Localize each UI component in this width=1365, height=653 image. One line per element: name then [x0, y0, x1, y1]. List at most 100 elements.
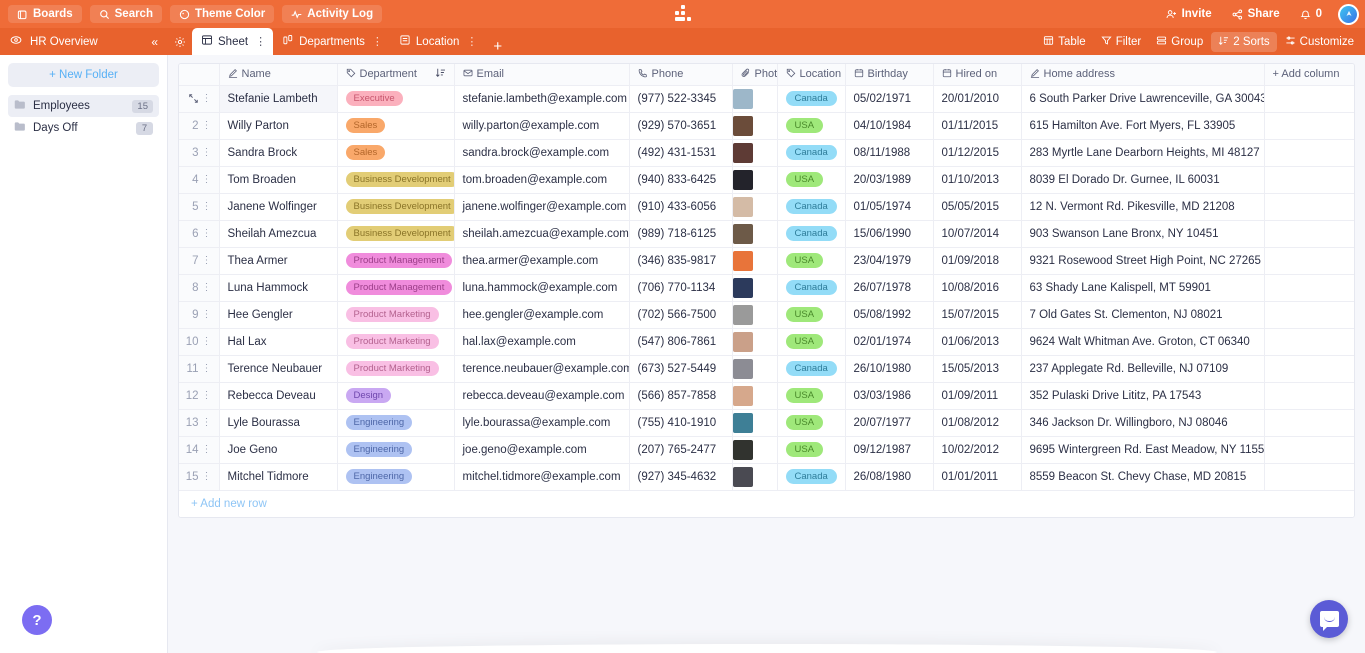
- cell-phone[interactable]: (492) 431-1531: [629, 139, 733, 167]
- table-row[interactable]: 9 ⋮ Hee Gengler Product Marketing hee.gengle…: [179, 301, 1354, 329]
- column-header-birthday[interactable]: Birthday: [845, 64, 934, 86]
- cell-birthday[interactable]: 15/06/1990: [845, 220, 934, 248]
- row-menu-icon[interactable]: ⋮: [202, 147, 212, 158]
- column-header-email[interactable]: Email: [454, 64, 630, 86]
- cell-location[interactable]: USA: [777, 112, 846, 140]
- cell-hired-on[interactable]: 01/01/2011: [933, 463, 1022, 491]
- tab-sheet[interactable]: Sheet ⋮: [192, 28, 274, 55]
- row-gutter[interactable]: 4 ⋮: [179, 166, 220, 194]
- cell-hired-on[interactable]: 20/01/2010: [933, 85, 1022, 113]
- cell-department[interactable]: Sales: [337, 112, 455, 140]
- cell-photo[interactable]: [732, 193, 778, 221]
- cell-home-address[interactable]: 615 Hamilton Ave. Fort Myers, FL 33905: [1021, 112, 1265, 140]
- collapse-sidebar-button[interactable]: «: [147, 35, 162, 49]
- cell-hired-on[interactable]: 01/06/2013: [933, 328, 1022, 356]
- cell-hired-on[interactable]: 01/09/2018: [933, 247, 1022, 275]
- cell-phone[interactable]: (927) 345-4632: [629, 463, 733, 491]
- cell-hired-on[interactable]: 10/07/2014: [933, 220, 1022, 248]
- cell-birthday[interactable]: 05/02/1971: [845, 85, 934, 113]
- table-row[interactable]: 14 ⋮ Joe Geno Engineering joe.geno@example.c…: [179, 436, 1354, 464]
- cell-name[interactable]: Sheilah Amezcua: [219, 220, 338, 248]
- cell-department[interactable]: Business Development: [337, 166, 455, 194]
- column-header-location[interactable]: Location: [777, 64, 846, 86]
- cell-name[interactable]: Sandra Brock: [219, 139, 338, 167]
- cell-photo[interactable]: [732, 220, 778, 248]
- cell-hired-on[interactable]: 10/02/2012: [933, 436, 1022, 464]
- cell-hired-on[interactable]: 10/08/2016: [933, 274, 1022, 302]
- cell-name[interactable]: Hee Gengler: [219, 301, 338, 329]
- cell-department[interactable]: Product Management: [337, 247, 455, 275]
- cell-add-column-placeholder[interactable]: [1264, 220, 1354, 248]
- column-header-department[interactable]: Department: [337, 64, 455, 86]
- cell-email[interactable]: hee.gengler@example.com: [454, 301, 630, 329]
- nav-boards-button[interactable]: Boards: [8, 5, 82, 23]
- cell-email[interactable]: terence.neubauer@example.com: [454, 355, 630, 383]
- cell-photo[interactable]: [732, 247, 778, 275]
- cell-hired-on[interactable]: 01/10/2013: [933, 166, 1022, 194]
- row-menu-icon[interactable]: ⋮: [202, 336, 212, 347]
- view-group-button[interactable]: Group: [1149, 32, 1210, 52]
- eye-icon[interactable]: [10, 34, 22, 49]
- sidebar-item-days-off[interactable]: Days Off 7: [8, 117, 159, 139]
- cell-phone[interactable]: (989) 718-6125: [629, 220, 733, 248]
- cell-phone[interactable]: (929) 570-3651: [629, 112, 733, 140]
- cell-add-column-placeholder[interactable]: [1264, 328, 1354, 356]
- cell-birthday[interactable]: 05/08/1992: [845, 301, 934, 329]
- cell-email[interactable]: luna.hammock@example.com: [454, 274, 630, 302]
- row-menu-icon[interactable]: ⋮: [202, 201, 212, 212]
- cell-department[interactable]: Product Marketing: [337, 355, 455, 383]
- cell-home-address[interactable]: 9321 Rosewood Street High Point, NC 2726…: [1021, 247, 1265, 275]
- cell-home-address[interactable]: 12 N. Vermont Rd. Pikesville, MD 21208: [1021, 193, 1265, 221]
- table-row[interactable]: 10 ⋮ Hal Lax Product Marketing hal.lax@examp…: [179, 328, 1354, 356]
- cell-add-column-placeholder[interactable]: [1264, 436, 1354, 464]
- user-avatar[interactable]: [1338, 3, 1359, 25]
- row-gutter[interactable]: 15 ⋮: [179, 463, 220, 491]
- cell-birthday[interactable]: 26/10/1980: [845, 355, 934, 383]
- row-gutter[interactable]: 9 ⋮: [179, 301, 220, 329]
- cell-add-column-placeholder[interactable]: [1264, 139, 1354, 167]
- cell-email[interactable]: stefanie.lambeth@example.com: [454, 85, 630, 113]
- row-menu-icon[interactable]: ⋮: [202, 417, 212, 428]
- tab-departments-menu-icon[interactable]: ⋮: [372, 35, 383, 48]
- row-gutter[interactable]: 6 ⋮: [179, 220, 220, 248]
- tab-sheet-menu-icon[interactable]: ⋮: [255, 35, 266, 48]
- invite-button[interactable]: Invite: [1157, 5, 1221, 23]
- cell-hired-on[interactable]: 05/05/2015: [933, 193, 1022, 221]
- cell-location[interactable]: USA: [777, 382, 846, 410]
- cell-phone[interactable]: (547) 806-7861: [629, 328, 733, 356]
- nav-search-button[interactable]: Search: [89, 5, 162, 23]
- view-settings-button[interactable]: [168, 28, 192, 55]
- cell-phone[interactable]: (346) 835-9817: [629, 247, 733, 275]
- cell-birthday[interactable]: 08/11/1988: [845, 139, 934, 167]
- cell-location[interactable]: USA: [777, 328, 846, 356]
- row-menu-icon[interactable]: ⋮: [202, 471, 212, 482]
- cell-photo[interactable]: [732, 328, 778, 356]
- view-table-button[interactable]: Table: [1036, 32, 1093, 52]
- cell-name[interactable]: Janene Wolfinger: [219, 193, 338, 221]
- nav-activity-log-button[interactable]: Activity Log: [282, 5, 383, 23]
- cell-department[interactable]: Design: [337, 382, 455, 410]
- cell-add-column-placeholder[interactable]: [1264, 382, 1354, 410]
- cell-email[interactable]: willy.parton@example.com: [454, 112, 630, 140]
- cell-home-address[interactable]: 352 Pulaski Drive Lititz, PA 17543: [1021, 382, 1265, 410]
- row-gutter[interactable]: ⋮: [179, 85, 220, 113]
- cell-email[interactable]: mitchel.tidmore@example.com: [454, 463, 630, 491]
- cell-location[interactable]: Canada: [777, 463, 846, 491]
- cell-birthday[interactable]: 23/04/1979: [845, 247, 934, 275]
- cell-birthday[interactable]: 04/10/1984: [845, 112, 934, 140]
- cell-phone[interactable]: (977) 522-3345: [629, 85, 733, 113]
- column-header-hired-on[interactable]: Hired on: [933, 64, 1022, 86]
- chat-support-button[interactable]: [1310, 600, 1348, 638]
- cell-photo[interactable]: [732, 382, 778, 410]
- cell-birthday[interactable]: 02/01/1974: [845, 328, 934, 356]
- cell-add-column-placeholder[interactable]: [1264, 193, 1354, 221]
- cell-add-column-placeholder[interactable]: [1264, 112, 1354, 140]
- cell-department[interactable]: Executive: [337, 85, 455, 113]
- table-row[interactable]: 5 ⋮ Janene Wolfinger Business Development ja…: [179, 193, 1354, 221]
- help-button[interactable]: ?: [22, 605, 52, 635]
- row-menu-icon[interactable]: ⋮: [202, 282, 212, 293]
- table-row[interactable]: 7 ⋮ Thea Armer Product Management thea.armer…: [179, 247, 1354, 275]
- tab-location[interactable]: Location ⋮: [390, 28, 484, 55]
- cell-add-column-placeholder[interactable]: [1264, 247, 1354, 275]
- cell-email[interactable]: lyle.bourassa@example.com: [454, 409, 630, 437]
